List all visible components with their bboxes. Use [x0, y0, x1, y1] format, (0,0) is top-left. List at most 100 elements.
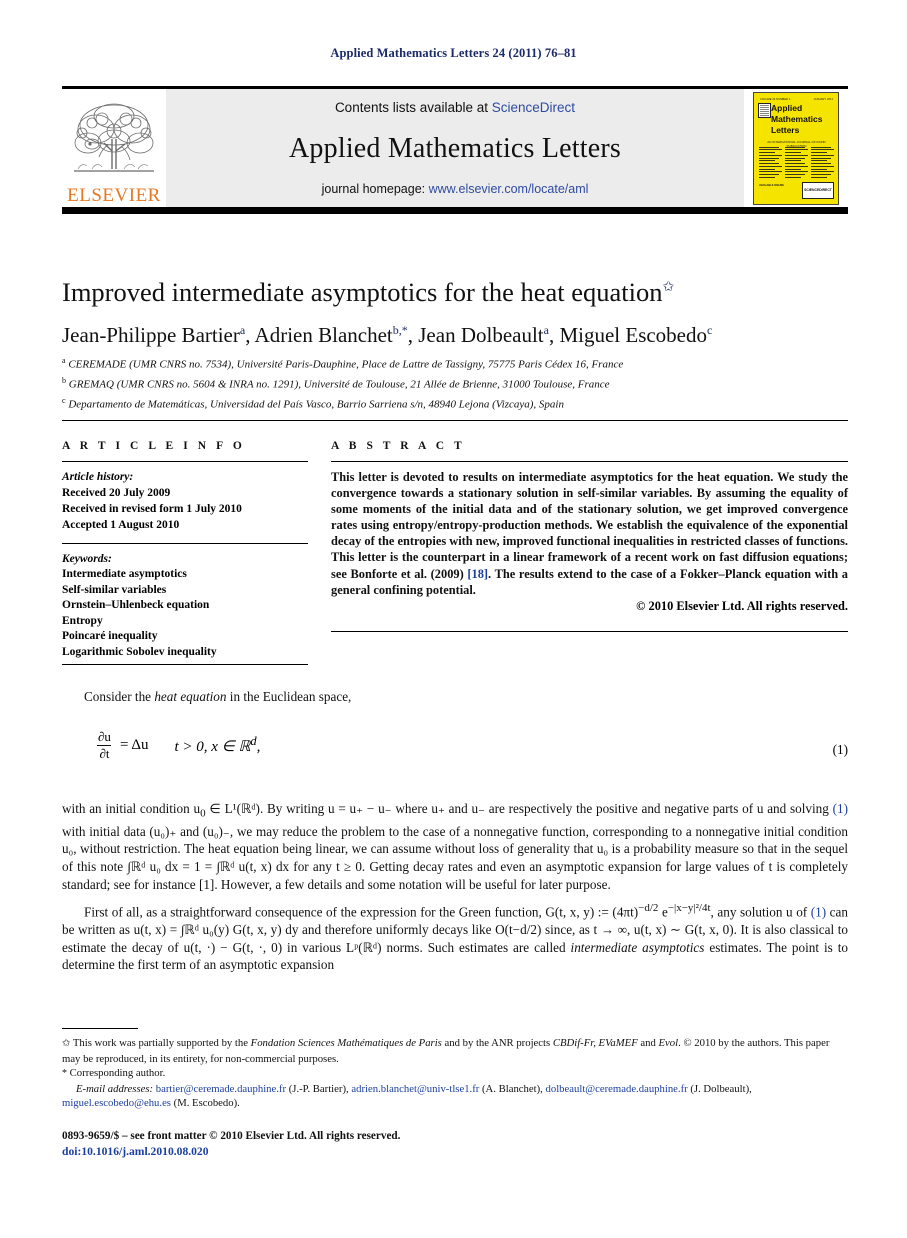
keyword-item: Self-similar variables [62, 583, 167, 596]
cover-contents-columns [759, 146, 834, 178]
p3-green-exponent: −|x−y|²/4t [667, 902, 711, 915]
body-paragraph-3: First of all, as a straightforward conse… [62, 900, 848, 974]
author-affil-mark[interactable]: a [240, 323, 245, 337]
affiliation-text: CEREMADE (UMR CNRS no. 7534), Université… [68, 358, 624, 371]
p3-part-c: , any solution u of [710, 904, 811, 920]
footnote-block: ✩ This work was partially supported by t… [62, 1036, 848, 1111]
cover-volume-text: VOLUME 24 NUMBER 1 [760, 97, 791, 101]
elsevier-wordmark: ELSEVIER [67, 185, 161, 206]
cover-topbar: VOLUME 24 NUMBER 1 JANUARY 2011 [760, 97, 833, 102]
title-footnote-marker[interactable]: ✩ [662, 280, 674, 295]
equation-1-numerator: ∂u [98, 728, 111, 744]
author-affil-mark[interactable]: b,* [393, 323, 408, 337]
doi-link[interactable]: doi:10.1016/j.aml.2010.08.020 [62, 1144, 848, 1160]
email-owner: (J. Dolbeault), [687, 1082, 752, 1095]
equation-1-conditions-text: t > 0, x ∈ ℝ [174, 739, 251, 756]
affiliation-item: b GREMAQ (UMR CNRS no. 5604 & INRA no. 1… [62, 373, 848, 393]
p2-equation-link[interactable]: (1) [833, 801, 848, 816]
journal-title: Applied Mathematics Letters [289, 132, 621, 164]
contents-list-line: Contents lists available at ScienceDirec… [335, 100, 575, 115]
equation-1-number: (1) [832, 741, 848, 757]
lead-pre: Consider the [84, 689, 155, 704]
affiliation-mark: b [62, 376, 66, 386]
email-address-link[interactable]: bartier@ceremade.dauphine.fr [156, 1083, 286, 1095]
keyword-item: Intermediate asymptotics [62, 568, 187, 580]
masthead-bottom-rule [62, 207, 848, 214]
article-info-heading: A R T I C L E I N F O [62, 440, 246, 452]
p3-emphasis: intermediate asymptotics [570, 939, 705, 955]
p3-equation-link[interactable]: (1) [811, 905, 826, 920]
article-body: Consider the heat equation in the Euclid… [62, 688, 848, 981]
author-name: Jean-Philippe Bartier [62, 323, 240, 347]
author-list: Jean-Philippe Bartiera, Adrien Blanchetb… [62, 323, 713, 347]
abstract-panel: A B S T R A C T This letter is devoted t… [331, 440, 848, 615]
author-affil-mark[interactable]: c [707, 323, 712, 337]
affiliation-mark: a [62, 356, 66, 365]
equation-1-denominator: ∂t [97, 744, 112, 761]
cover-contents-column [811, 146, 834, 178]
author-name: Jean Dolbeault [418, 323, 544, 347]
info-section-top-rule [62, 420, 848, 421]
abstract-heading: A B S T R A C T [331, 440, 466, 452]
author-name: Adrien Blanchet [254, 323, 393, 347]
email-owner: (J.-P. Bartier), [286, 1082, 352, 1095]
email-addresses-label: E-mail addresses: [76, 1082, 154, 1095]
abstract-part-1: This letter is devoted to results on int… [331, 470, 848, 581]
cover-contents-column [759, 146, 782, 178]
affiliation-text: Departamento de Matemáticas, Universidad… [68, 398, 564, 411]
lead-post: in the Euclidean space, [226, 689, 352, 704]
equation-block-1: ∂u ∂t = Δu t > 0, x ∈ ℝd, (1) [62, 728, 848, 774]
email-address-link[interactable]: miguel.escobedo@ehu.es [62, 1097, 171, 1109]
footnote-emails: E-mail addresses: bartier@ceremade.dauph… [62, 1082, 848, 1111]
footnote-funding-c: and [637, 1037, 659, 1049]
footnote-funding-b: and by the ANR projects [441, 1037, 553, 1049]
affiliation-item: c Departamento de Matemáticas, Universid… [62, 393, 848, 413]
cover-image: VOLUME 24 NUMBER 1 JANUARY 2011 Applied … [753, 91, 839, 205]
p2-part-c: with initial data (u₀)₊ and (u₀)₋, we ma… [62, 823, 848, 892]
journal-masthead: ELSEVIER Contents lists available at Sci… [62, 86, 848, 214]
p2-part-a: with an initial condition u [62, 800, 201, 816]
homepage-prefix: journal homepage: [321, 182, 429, 196]
body-paragraph-2: with an initial condition u0 ∈ L¹(ℝᵈ). B… [62, 800, 848, 894]
equation-1-conditions: t > 0, x ∈ ℝd, [174, 734, 260, 756]
keyword-item: Entropy [62, 614, 103, 627]
article-history-label: Article history: [62, 471, 134, 483]
equation-1-content: ∂u ∂t = Δu t > 0, x ∈ ℝd, [96, 728, 260, 761]
masthead-body: ELSEVIER Contents lists available at Sci… [62, 89, 848, 207]
journal-cover-thumbnail: VOLUME 24 NUMBER 1 JANUARY 2011 Applied … [744, 89, 848, 207]
abstract-copyright: © 2010 Elsevier Ltd. All rights reserved… [636, 598, 848, 613]
abstract-divider [331, 461, 848, 462]
cover-title-line3: Letters [771, 124, 800, 135]
body-lead-paragraph: Consider the heat equation in the Euclid… [62, 688, 848, 706]
footnote-rule [62, 1028, 138, 1030]
footnote-funding-italic-2: CBDif-Fr, EVaMEF [552, 1037, 638, 1049]
cover-footer-right: SCIENCEDIRECT [802, 181, 834, 199]
contents-prefix: Contents lists available at [334, 100, 492, 115]
author-affil-mark[interactable]: a [544, 323, 549, 337]
issn-line: 0893-9659/$ – see front matter © 2010 El… [62, 1130, 401, 1142]
footnote-funding-italic-1: Fondation Sciences Mathématiques de Pari… [250, 1037, 442, 1049]
article-info-panel: A R T I C L E I N F O Article history: R… [62, 440, 308, 661]
email-address-link[interactable]: adrien.blanchet@univ-tlse1.fr [351, 1083, 479, 1095]
p3-part-b: e [658, 904, 668, 920]
equation-1-fraction: ∂u ∂t [96, 728, 113, 761]
masthead-center: Contents lists available at ScienceDirec… [166, 89, 744, 207]
journal-homepage-line: journal homepage: www.elsevier.com/locat… [322, 182, 589, 196]
article-history-item: Received in revised form 1 July 2010 [62, 503, 242, 515]
article-history-item: Received 20 July 2009 [62, 487, 171, 499]
journal-homepage-link[interactable]: www.elsevier.com/locate/aml [429, 182, 589, 196]
cover-date-text: JANUARY 2011 [813, 97, 833, 101]
cover-title-line1: Applied [771, 102, 803, 113]
author-name: Miguel Escobedo [559, 323, 708, 347]
keyword-item: Ornstein–Uhlenbeck equation [62, 599, 210, 612]
sciencedirect-link[interactable]: ScienceDirect [492, 100, 575, 115]
keywords-divider [62, 543, 308, 544]
abstract-reference-link[interactable]: [18] [467, 567, 488, 581]
footnote-corresponding-author: * Corresponding author. [62, 1066, 848, 1082]
equation-1-tail: , [256, 739, 261, 756]
p3-exponent: −d/2 [638, 902, 659, 915]
page-footer: 0893-9659/$ – see front matter © 2010 El… [62, 1128, 848, 1160]
elsevier-logo: ELSEVIER [62, 89, 166, 207]
cover-title-line2: Mathematics [771, 113, 823, 124]
email-address-link[interactable]: dolbeault@ceremade.dauphine.fr [546, 1083, 688, 1095]
